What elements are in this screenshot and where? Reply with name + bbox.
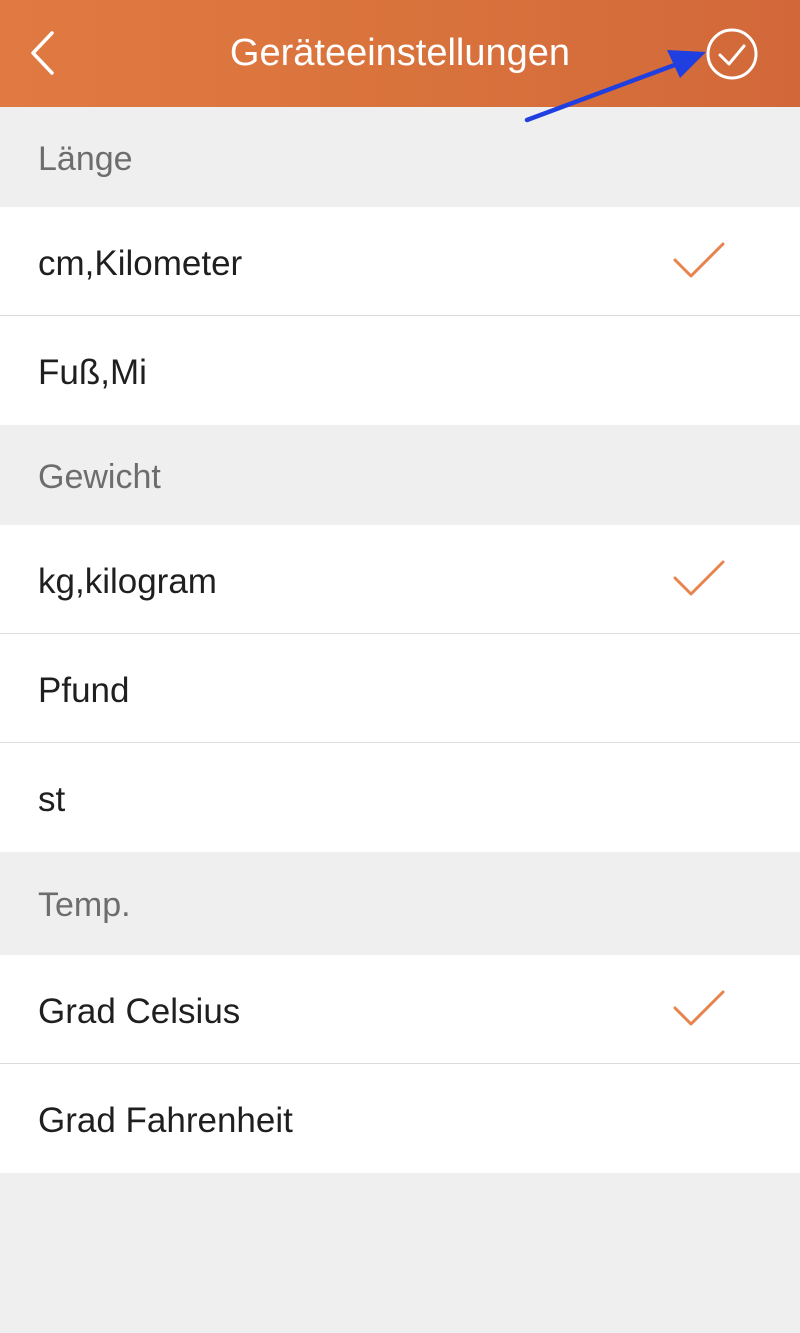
option-label: Fuß,Mi [38,353,147,392]
section-label: Gewicht [38,458,161,496]
section-label: Temp. [38,886,131,924]
page-title: Geräteeinstellungen [229,32,571,74]
confirm-button[interactable] [705,27,759,81]
option-row-fuss-mi[interactable]: Fuß,Mi [0,316,800,425]
option-label: Pfund [38,671,130,710]
checkmark-icon [673,990,725,1026]
option-label: Grad Fahrenheit [38,1101,293,1140]
section-header-weight: Gewicht [0,425,800,525]
option-row-pfund[interactable]: Pfund [0,634,800,743]
option-row-st[interactable]: st [0,743,800,852]
option-label: Grad Celsius [38,992,241,1031]
circle-check-icon [706,28,758,80]
option-label: cm,Kilometer [38,244,243,283]
header-bar: Geräteeinstellungen [0,0,800,107]
checkmark-icon [673,560,725,596]
device-settings-screen: Geräteeinstellungen Länge cm,Kilometer F… [0,0,800,1333]
option-row-kg-kilogram[interactable]: kg,kilogram [0,525,800,634]
section-label: Länge [38,140,133,178]
option-row-fahrenheit[interactable]: Grad Fahrenheit [0,1064,800,1173]
option-row-cm-kilometer[interactable]: cm,Kilometer [0,207,800,316]
option-label: kg,kilogram [38,562,217,601]
section-header-temperature: Temp. [0,853,800,953]
checkmark-icon [673,242,725,278]
option-row-celsius[interactable]: Grad Celsius [0,955,800,1064]
section-header-length: Länge [0,107,800,207]
option-label: st [38,780,66,819]
